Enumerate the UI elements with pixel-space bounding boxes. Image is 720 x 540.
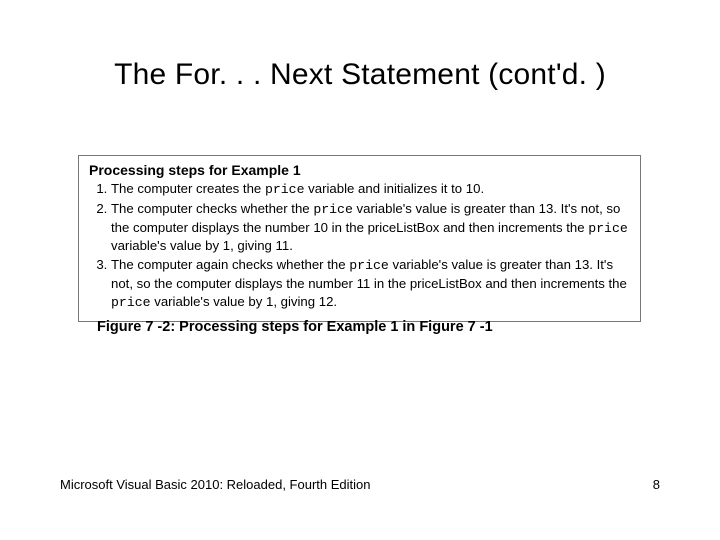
- slide: The For. . . Next Statement (cont'd. ) P…: [0, 0, 720, 540]
- code-word: price: [111, 295, 151, 310]
- page-number: 8: [653, 477, 660, 492]
- figure-caption: Figure 7 -2: Processing steps for Exampl…: [97, 319, 493, 335]
- code-word: price: [313, 202, 353, 217]
- code-word: price: [349, 258, 389, 273]
- step-text: variable's value by 1, giving 12.: [151, 294, 338, 309]
- list-item: The computer checks whether the price va…: [111, 200, 630, 255]
- step-text: The computer creates the: [111, 181, 265, 196]
- step-text: variable's value by 1, giving 11.: [111, 238, 293, 253]
- figure-box: Processing steps for Example 1 The compu…: [78, 155, 641, 322]
- step-text: The computer checks whether the: [111, 201, 313, 216]
- code-word: price: [265, 182, 305, 197]
- list-item: The computer again checks whether the pr…: [111, 256, 630, 311]
- slide-title: The For. . . Next Statement (cont'd. ): [0, 58, 720, 92]
- figure-heading: Processing steps for Example 1: [89, 162, 630, 178]
- step-text: variable and initializes it to 10.: [305, 181, 485, 196]
- processing-steps-list: The computer creates the price variable …: [89, 180, 630, 312]
- code-word: price: [588, 221, 628, 236]
- step-text: The computer again checks whether the: [111, 257, 349, 272]
- footer-left: Microsoft Visual Basic 2010: Reloaded, F…: [60, 477, 370, 492]
- list-item: The computer creates the price variable …: [111, 180, 630, 199]
